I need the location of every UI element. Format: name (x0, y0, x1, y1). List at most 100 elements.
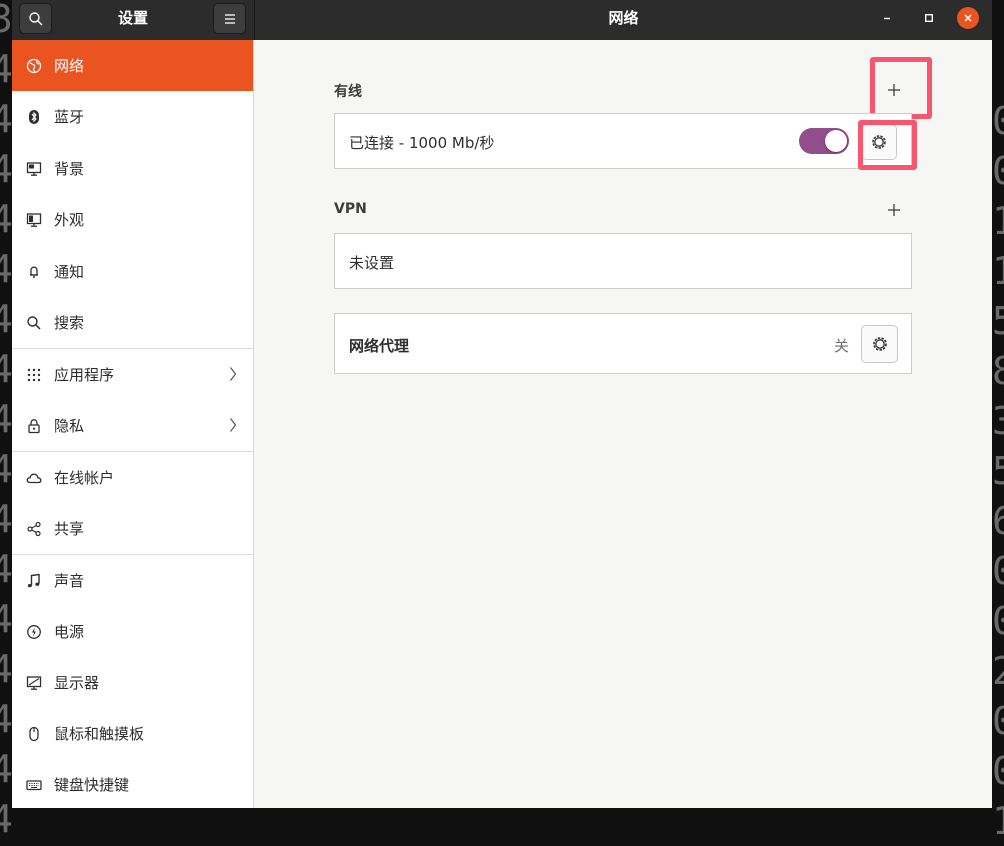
vpn-empty-label: 未设置 (349, 254, 395, 272)
background-glyph: 1 (992, 199, 1004, 243)
background-icon (26, 161, 42, 177)
network-proxy-row[interactable]: 网络代理 关 (334, 313, 912, 374)
background-glyph: 4 (0, 797, 13, 841)
hamburger-menu-icon (224, 13, 235, 24)
sidebar-item-label: 蓝牙 (54, 108, 85, 126)
background-glyph: 4 (0, 497, 13, 541)
sidebar-item-label: 搜索 (54, 314, 85, 332)
settings-window: 设置 网络 网络 蓝牙 背景 外观 通知 搜索 应用程序 隐私 在线帐户 共享 … (12, 0, 992, 808)
background-glyph: 0 (992, 549, 1004, 593)
gear-icon (872, 337, 887, 351)
background-glyph: 8 (992, 349, 1004, 393)
background-glyph-column-left: 3 4 4 4 4 4 4 4 4 4 4 4 4 4 4 4 4 (0, 0, 13, 844)
close-icon (964, 14, 972, 22)
background-glyph: 4 (0, 197, 13, 241)
sidebar-item-label: 声音 (54, 572, 85, 590)
sidebar-item-notifications[interactable]: 通知 (12, 246, 253, 297)
chevron-right-icon (230, 418, 237, 432)
sidebar-item-sharing[interactable]: 共享 (12, 503, 253, 554)
apps-grid-icon (26, 367, 42, 383)
power-icon (26, 624, 42, 640)
sidebar-item-label: 网络 (54, 57, 85, 75)
minimize-button[interactable] (876, 7, 898, 29)
background-glyph: 0 (992, 599, 1004, 643)
background-glyph: 4 (0, 47, 13, 91)
minimize-icon (884, 17, 890, 20)
sidebar-item-label: 键盘快捷键 (54, 776, 130, 794)
cloud-icon (26, 470, 42, 486)
wired-connection-toggle[interactable] (799, 128, 849, 154)
sidebar-item-power[interactable]: 电源 (12, 606, 253, 657)
sidebar-item-applications[interactable]: 应用程序 (12, 349, 253, 400)
background-glyph: 4 (0, 347, 13, 391)
background-glyph: 0 (992, 749, 1004, 793)
sidebar-item-displays[interactable]: 显示器 (12, 657, 253, 708)
music-note-icon (26, 573, 42, 589)
display-icon (26, 675, 42, 691)
background-glyph: 4 (0, 247, 13, 291)
background-glyph: 3 (0, 0, 13, 41)
background-glyph: 4 (0, 97, 13, 141)
maximize-button[interactable] (918, 7, 940, 29)
background-glyph: 4 (0, 147, 13, 191)
wired-connection-row: 已连接 - 1000 Mb/秒 (334, 113, 912, 169)
background-glyph: 0 (992, 99, 1004, 143)
sidebar-item-label: 背景 (54, 160, 85, 178)
sidebar-item-keyboard-shortcuts[interactable]: 键盘快捷键 (12, 759, 253, 808)
network-proxy-status: 关 (834, 337, 850, 355)
sidebar-item-label: 通知 (54, 263, 85, 281)
sidebar-item-privacy[interactable]: 隐私 (12, 400, 253, 451)
wired-connection-status: 已连接 - 1000 Mb/秒 (349, 134, 495, 152)
sidebar-item-online-accounts[interactable]: 在线帐户 (12, 452, 253, 503)
background-glyph: 6 (992, 499, 1004, 543)
sidebar-item-background[interactable]: 背景 (12, 143, 253, 194)
add-vpn-button[interactable] (883, 199, 905, 221)
sidebar-item-label: 外观 (54, 211, 85, 229)
background-glyph: 1 (992, 249, 1004, 293)
sidebar-item-label: 应用程序 (54, 366, 115, 384)
sidebar-item-appearance[interactable]: 外观 (12, 194, 253, 245)
menu-button[interactable] (213, 3, 246, 34)
lock-icon (26, 418, 42, 434)
background-glyph: 1 (992, 799, 1004, 843)
background-glyph: 2 (992, 649, 1004, 693)
vpn-section-title: VPN (334, 201, 367, 217)
settings-button-highlight (858, 120, 917, 170)
mouse-icon (26, 726, 42, 742)
sidebar-header: 设置 (12, 0, 255, 40)
plus-icon (888, 204, 900, 216)
sidebar-item-search[interactable]: 搜索 (12, 297, 253, 348)
background-glyph: 4 (0, 697, 13, 741)
background-glyph: 0 (992, 699, 1004, 743)
keyboard-icon (26, 777, 42, 793)
background-glyph: 4 (0, 547, 13, 591)
network-proxy-settings-button[interactable] (861, 325, 898, 363)
add-button-highlight (870, 57, 932, 119)
background-glyph: 4 (0, 397, 13, 441)
background-glyph-column-right: 0 0 1 1 5 8 3 5 6 0 0 2 0 0 1 (992, 96, 1004, 846)
background-glyph: 4 (0, 297, 13, 341)
search-icon (26, 315, 42, 331)
search-icon (28, 11, 43, 26)
sidebar-item-label: 共享 (54, 520, 85, 538)
bluetooth-icon (26, 109, 42, 125)
appearance-icon (26, 212, 42, 228)
search-button[interactable] (19, 3, 52, 34)
background-glyph: 3 (992, 399, 1004, 443)
sidebar-item-bluetooth[interactable]: 蓝牙 (12, 91, 253, 142)
network-proxy-label: 网络代理 (349, 337, 410, 355)
share-icon (26, 521, 42, 537)
background-glyph: 4 (0, 597, 13, 641)
sidebar-item-mouse-touchpad[interactable]: 鼠标和触摸板 (12, 708, 253, 759)
sidebar-item-label: 鼠标和触摸板 (54, 725, 145, 743)
vpn-row: 未设置 (334, 233, 912, 289)
sidebar-item-network[interactable]: 网络 (12, 40, 253, 91)
chevron-right-icon (230, 367, 237, 381)
background-glyph: 4 (0, 447, 13, 491)
background-glyph: 0 (992, 149, 1004, 193)
maximize-icon (925, 14, 933, 22)
background-glyph: 5 (992, 449, 1004, 493)
sidebar: 网络 蓝牙 背景 外观 通知 搜索 应用程序 隐私 在线帐户 共享 声音 电源 … (12, 40, 254, 808)
close-button[interactable] (957, 7, 979, 29)
sidebar-item-sound[interactable]: 声音 (12, 555, 253, 606)
